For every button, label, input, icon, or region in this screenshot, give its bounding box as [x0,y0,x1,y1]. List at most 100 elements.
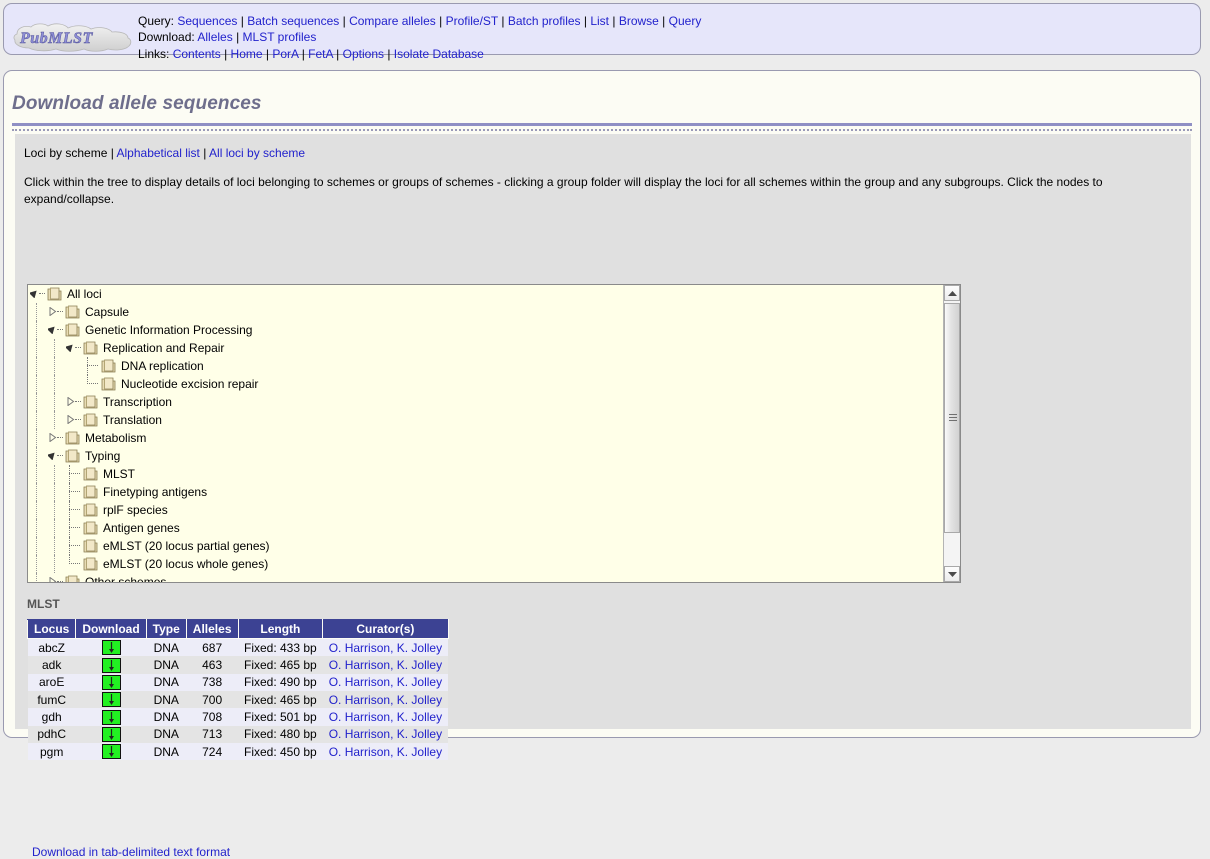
tree-expand-toggle-icon[interactable] [64,339,82,357]
folder-icon[interactable] [82,393,100,411]
folder-icon[interactable] [82,537,100,555]
cell-download[interactable] [75,638,147,657]
tree-node[interactable]: Genetic Information Processing [28,321,943,339]
nav-link-feta[interactable]: FetA [308,47,333,61]
tree-node-label[interactable]: MLST [100,465,135,483]
scrollbar-thumb[interactable] [944,303,960,533]
download-tab-delimited-link[interactable]: Download in tab-delimited text format [32,845,230,859]
tree-node[interactable]: Antigen genes [28,519,943,537]
tree-node-label[interactable]: Translation [100,411,162,429]
download-icon[interactable] [101,640,121,656]
tree-node[interactable]: Nucleotide excision repair [28,375,943,393]
nav-link-mlst-profiles[interactable]: MLST profiles [243,30,317,44]
folder-icon[interactable] [64,429,82,447]
scroll-up-arrow-icon[interactable] [944,285,960,301]
tree-node[interactable]: MLST [28,465,943,483]
tree-node-label[interactable]: Nucleotide excision repair [118,375,258,393]
tree-node-label[interactable]: Antigen genes [100,519,180,537]
download-icon[interactable] [101,692,121,708]
tree-node-label[interactable]: eMLST (20 locus partial genes) [100,537,270,555]
nav-link-compare-alleles[interactable]: Compare alleles [349,14,436,28]
folder-icon[interactable] [64,303,82,321]
tree-node-label[interactable]: Metabolism [82,429,146,447]
nav-link-contents[interactable]: Contents [173,47,221,61]
cell-curators[interactable]: O. Harrison, K. Jolley [322,742,449,761]
nav-link-query[interactable]: Query [669,14,702,28]
folder-icon[interactable] [82,411,100,429]
tree-node-label[interactable]: Other schemes [82,573,166,582]
tree-node-label[interactable]: Finetyping antigens [100,483,207,501]
folder-icon[interactable] [64,321,82,339]
nav-link-pora[interactable]: PorA [272,47,298,61]
cell-download[interactable] [75,708,147,726]
tree-node[interactable]: Other schemes [28,573,943,582]
cell-curators[interactable]: O. Harrison, K. Jolley [322,708,449,726]
nav-link-alleles[interactable]: Alleles [197,30,232,44]
tree-collapse-toggle-icon[interactable] [46,573,64,582]
download-icon[interactable] [101,709,121,725]
tree-expand-toggle-icon[interactable] [46,321,64,339]
folder-icon[interactable] [82,519,100,537]
cell-download[interactable] [75,690,147,709]
nav-link-profile-st[interactable]: Profile/ST [446,14,498,28]
folder-icon[interactable] [64,447,82,465]
tree-node-label[interactable]: Replication and Repair [100,339,224,357]
tree-node[interactable]: Capsule [28,303,943,321]
tree-node[interactable]: Finetyping antigens [28,483,943,501]
folder-icon[interactable] [82,501,100,519]
tree-node[interactable]: All loci [28,285,943,303]
scroll-down-arrow-icon[interactable] [944,566,960,582]
tab-alphabetical-list[interactable]: Alphabetical list [117,146,200,160]
tree-collapse-toggle-icon[interactable] [46,429,64,447]
download-icon[interactable] [101,674,121,690]
nav-link-options[interactable]: Options [343,47,384,61]
folder-icon[interactable] [82,339,100,357]
nav-link-isolate-database[interactable]: Isolate Database [394,47,484,61]
cell-download[interactable] [75,725,147,743]
tree-collapse-toggle-icon[interactable] [46,303,64,321]
tree-node-label[interactable]: eMLST (20 locus whole genes) [100,555,268,573]
nav-link-home[interactable]: Home [231,47,263,61]
tree-node-label[interactable]: Transcription [100,393,172,411]
folder-icon[interactable] [100,375,118,393]
tree-collapse-toggle-icon[interactable] [64,393,82,411]
nav-link-batch-sequences[interactable]: Batch sequences [247,14,339,28]
nav-link-batch-profiles[interactable]: Batch profiles [508,14,581,28]
download-icon[interactable] [101,657,121,673]
tab-all-loci-by-scheme[interactable]: All loci by scheme [209,146,305,160]
tree-node-label[interactable]: DNA replication [118,357,204,375]
cell-curators[interactable]: O. Harrison, K. Jolley [322,690,449,709]
cell-curators[interactable]: O. Harrison, K. Jolley [322,638,449,657]
tree-node-label[interactable]: All loci [64,285,102,303]
tree-node[interactable]: Typing [28,447,943,465]
download-icon[interactable] [101,744,121,760]
cell-download[interactable] [75,656,147,674]
folder-icon[interactable] [64,573,82,582]
cell-curators[interactable]: O. Harrison, K. Jolley [322,656,449,674]
nav-link-browse[interactable]: Browse [619,14,659,28]
cell-curators[interactable]: O. Harrison, K. Jolley [322,725,449,743]
folder-icon[interactable] [82,483,100,501]
tree-vertical-scrollbar[interactable] [943,285,960,582]
tree-node[interactable]: rplF species [28,501,943,519]
folder-icon[interactable] [46,285,64,303]
tree-node-label[interactable]: Typing [82,447,120,465]
folder-icon[interactable] [82,465,100,483]
nav-link-list[interactable]: List [590,14,609,28]
cell-curators[interactable]: O. Harrison, K. Jolley [322,673,449,691]
folder-icon[interactable] [100,357,118,375]
tree-node[interactable]: eMLST (20 locus whole genes) [28,555,943,573]
tree-node[interactable]: Metabolism [28,429,943,447]
cell-download[interactable] [75,673,147,691]
tree-node[interactable]: eMLST (20 locus partial genes) [28,537,943,555]
tree-node-label[interactable]: Genetic Information Processing [82,321,252,339]
scheme-tree[interactable]: All loci Capsule Genetic Information Proce… [27,284,961,583]
tree-expand-toggle-icon[interactable] [28,285,46,303]
tree-node[interactable]: DNA replication [28,357,943,375]
tree-node[interactable]: Replication and Repair [28,339,943,357]
nav-link-sequences[interactable]: Sequences [177,14,237,28]
tree-node-label[interactable]: rplF species [100,501,168,519]
tree-node[interactable]: Translation [28,411,943,429]
download-icon[interactable] [101,726,121,742]
pubmlst-logo[interactable]: PubMLST [11,23,137,53]
